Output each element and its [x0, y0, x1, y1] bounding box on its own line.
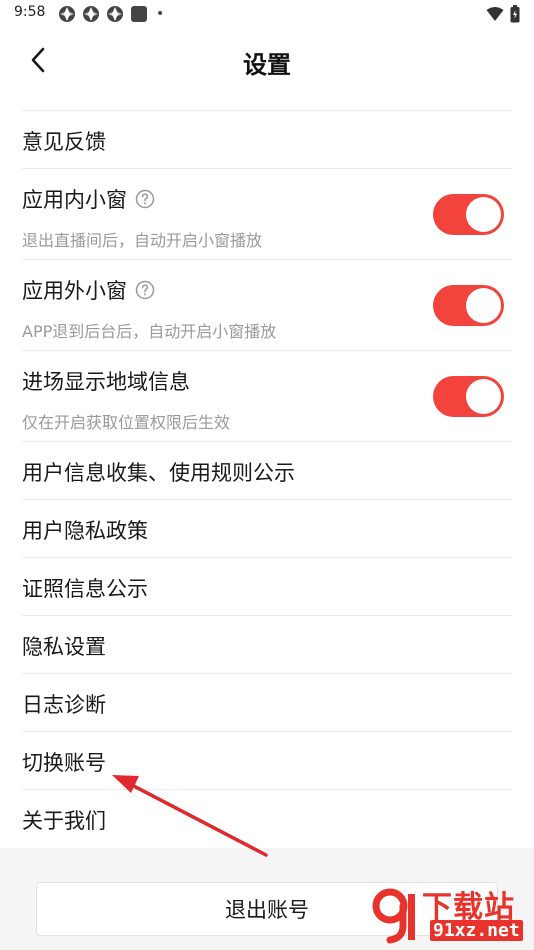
status-time: 9:58: [14, 4, 46, 20]
region-display-toggle[interactable]: [433, 376, 504, 417]
settings-item-info-collection[interactable]: 用户信息收集、使用规则公示: [22, 441, 512, 499]
status-bar: 9:58 •: [0, 0, 534, 28]
settings-item-description: APP退到后台后，自动开启小窗播放: [22, 322, 277, 341]
watermark-url: 91xz.net: [430, 920, 523, 941]
settings-item-label: 日志诊断: [22, 693, 106, 717]
settings-list: 意见反馈 应用内小窗 退出直播间后，自动开启小窗播放 应用外小窗 APP退到后台…: [22, 110, 512, 847]
in-app-window-toggle[interactable]: [433, 194, 504, 235]
watermark-emblem: [372, 888, 415, 944]
help-icon[interactable]: [135, 280, 155, 300]
settings-item-log-diagnosis[interactable]: 日志诊断: [22, 673, 512, 731]
wifi-icon: [486, 7, 504, 21]
settings-item-label: 切换账号: [22, 751, 106, 775]
settings-item-label: 证照信息公示: [22, 577, 148, 601]
settings-item-out-app-window: 应用外小窗 APP退到后台后，自动开启小窗播放: [22, 259, 512, 350]
help-icon[interactable]: [135, 189, 155, 209]
settings-item-description: 退出直播间后，自动开启小窗播放: [22, 231, 263, 250]
more-notifications-dot: •: [156, 6, 165, 22]
settings-item-label: 意见反馈: [22, 130, 106, 154]
notification-app-icon: [107, 6, 123, 22]
settings-item-label: 应用内小窗: [22, 188, 127, 212]
out-app-window-toggle[interactable]: [433, 285, 504, 326]
settings-item-license-info[interactable]: 证照信息公示: [22, 557, 512, 615]
settings-item-region-display: 进场显示地域信息 仅在开启获取位置权限后生效: [22, 350, 512, 441]
header: 设置: [0, 28, 534, 94]
settings-item-description: 仅在开启获取位置权限后生效: [22, 413, 231, 432]
settings-item-label: 关于我们: [22, 809, 106, 833]
page-title: 设置: [243, 51, 291, 79]
settings-item-label: 进场显示地域信息: [22, 370, 190, 394]
settings-item-privacy-settings[interactable]: 隐私设置: [22, 615, 512, 673]
notification-icons: •: [58, 5, 164, 23]
toggle-knob: [466, 288, 501, 323]
settings-item-in-app-window: 应用内小窗 退出直播间后，自动开启小窗播放: [22, 168, 512, 259]
notification-square-icon: [131, 6, 147, 22]
notification-app-icon: [59, 6, 75, 22]
settings-item-label: 用户信息收集、使用规则公示: [22, 461, 295, 485]
settings-item-feedback[interactable]: 意见反馈: [22, 110, 512, 168]
system-icons: [486, 5, 520, 23]
watermark-logo: 下载站 91xz.net: [370, 882, 530, 948]
settings-item-label: 应用外小窗: [22, 279, 127, 303]
notification-app-icon: [83, 6, 99, 22]
settings-item-switch-account[interactable]: 切换账号: [22, 731, 512, 789]
battery-icon: [510, 5, 520, 23]
settings-item-privacy-policy[interactable]: 用户隐私政策: [22, 499, 512, 557]
settings-item-label: 隐私设置: [22, 635, 106, 659]
toggle-knob: [466, 197, 501, 232]
settings-item-about-us[interactable]: 关于我们: [22, 789, 512, 847]
settings-item-label-wrap: 应用内小窗: [22, 184, 155, 214]
settings-item-label: 用户隐私政策: [22, 519, 148, 543]
settings-item-label-wrap: 应用外小窗: [22, 275, 155, 305]
toggle-knob: [466, 379, 501, 414]
